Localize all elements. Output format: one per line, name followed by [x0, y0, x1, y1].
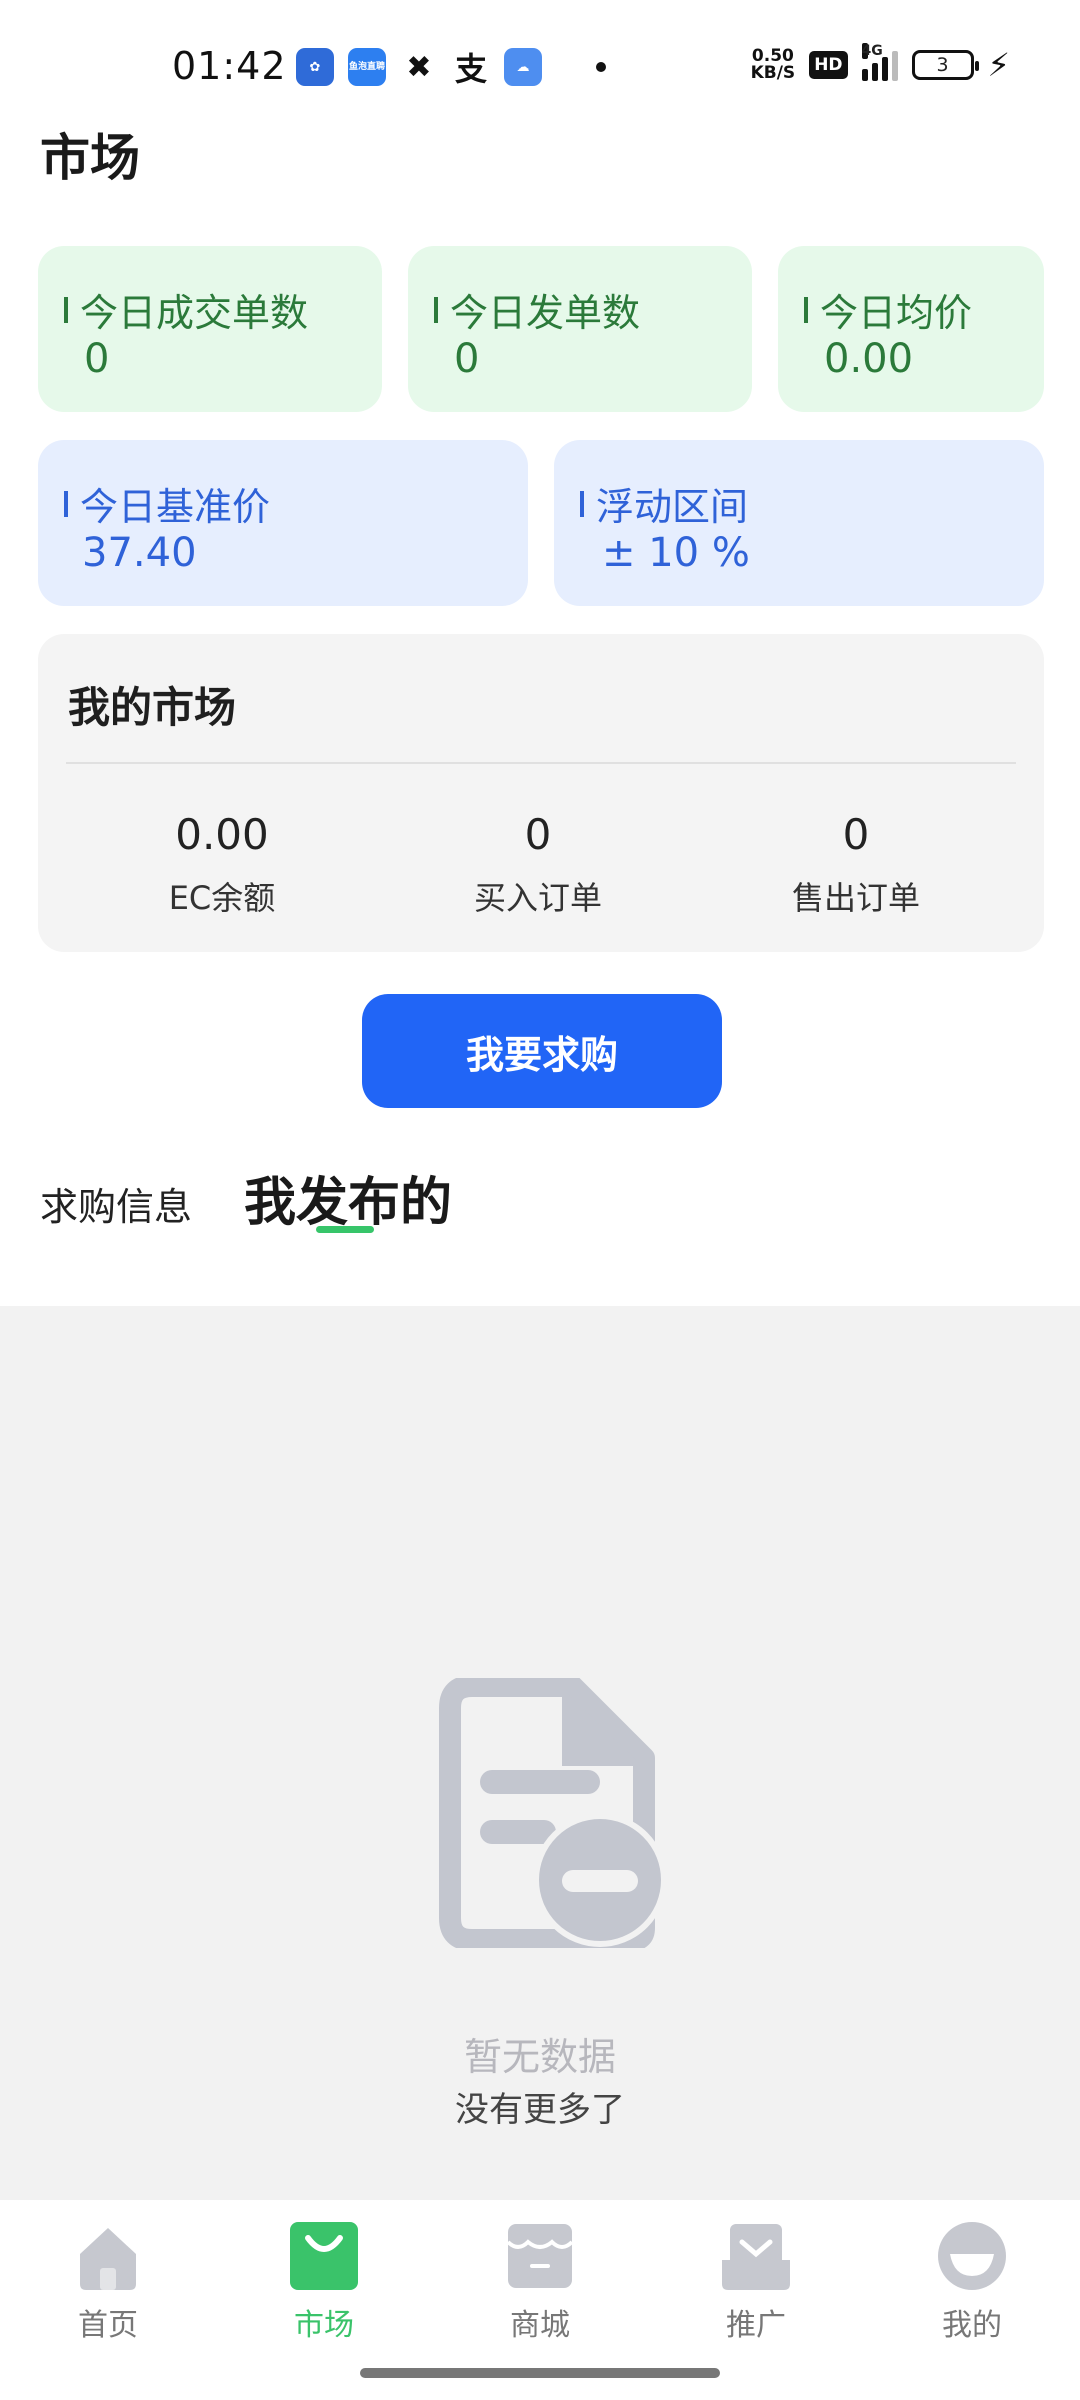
- nav-market[interactable]: 市场: [254, 2220, 394, 2344]
- nav-home[interactable]: 首页: [38, 2220, 178, 2344]
- battery-level: 3: [936, 54, 949, 76]
- empty-state-title: 暂无数据: [463, 2035, 616, 2079]
- hd-badge: HD: [809, 51, 848, 79]
- buy-orders-label: 买入订单: [473, 879, 602, 917]
- sell-orders-stat[interactable]: 0 售出订单: [706, 810, 1006, 919]
- profile-icon: [938, 2222, 1006, 2290]
- stat-value: 0: [454, 336, 480, 382]
- stat-label: 今日发单数: [450, 291, 641, 335]
- signal-icon: 4G: [861, 43, 898, 81]
- label-bar: [434, 296, 438, 323]
- nav-label: 商城: [510, 2308, 570, 2343]
- nav-label: 市场: [294, 2308, 354, 2343]
- stat-label: 今日均价: [820, 291, 973, 335]
- request-purchase-button[interactable]: 我要求购: [362, 994, 722, 1108]
- stat-card-float-range: 浮动区间 ± 10 %: [554, 440, 1044, 606]
- grid-app-icon: ✖: [406, 49, 432, 85]
- nav-label: 我的: [942, 2308, 1002, 2343]
- buy-orders-value: 0: [524, 810, 552, 859]
- stat-card-today-avg-price: 今日均价 0.00: [778, 246, 1044, 412]
- empty-state-subtitle: 没有更多了: [455, 2090, 625, 2130]
- nav-label: 首页: [78, 2308, 138, 2343]
- page-title: 市场: [40, 129, 140, 187]
- stat-label: 浮动区间: [596, 485, 749, 529]
- stat-value: 0: [84, 336, 110, 382]
- ec-balance-label: EC余额: [168, 879, 276, 917]
- charging-icon: ⚡: [987, 46, 1010, 84]
- more-notifications-dot: [596, 62, 606, 72]
- tab-my-posts[interactable]: 我发布的: [244, 1160, 452, 1235]
- home-gesture-bar[interactable]: [360, 2368, 720, 2378]
- stat-value: ± 10 %: [602, 530, 750, 576]
- shopping-bag-icon: [290, 2222, 358, 2290]
- my-market-panel: 我的市场 0.00 EC余额 0 买入订单 0 售出订单: [38, 634, 1044, 952]
- label-bar: [804, 296, 808, 323]
- label-bar: [64, 296, 68, 323]
- store-icon: [506, 2224, 574, 2288]
- network-speed-unit: KB/S: [750, 63, 796, 83]
- home-icon: [80, 2228, 136, 2290]
- mail-tray-icon: [722, 2224, 790, 2290]
- stat-label: 今日成交单数: [80, 291, 309, 335]
- battery-icon: 3: [911, 50, 979, 80]
- stat-card-today-deals: 今日成交单数 0: [38, 246, 382, 412]
- my-market-title: 我的市场: [68, 683, 237, 732]
- active-tab-indicator: [316, 1226, 374, 1233]
- nav-label: 推广: [726, 2308, 786, 2343]
- tab-purchase-requests[interactable]: 求购信息: [40, 1176, 192, 1231]
- ec-balance-value: 0.00: [175, 810, 269, 859]
- buy-orders-stat[interactable]: 0 买入订单: [388, 810, 688, 919]
- weather-icon: ☁: [504, 48, 542, 86]
- stat-value: 0.00: [824, 336, 914, 382]
- empty-document-icon: [439, 1678, 662, 1948]
- nav-promotion[interactable]: 推广: [686, 2220, 826, 2344]
- notification-icons: ✿ 鱼泡直聘 ✖ 支 ☁: [296, 48, 606, 88]
- label-bar: [580, 490, 584, 517]
- sell-orders-value: 0: [842, 810, 870, 859]
- baidu-icon: ✿: [296, 48, 334, 86]
- ec-balance-stat[interactable]: 0.00 EC余额: [72, 810, 372, 919]
- status-bar: 01:42 ✿ 鱼泡直聘 ✖ 支 ☁ 0.50 KB/S HD 4G 3 ⚡: [0, 0, 1080, 120]
- nav-profile[interactable]: 我的: [902, 2220, 1042, 2344]
- network-type: 4G: [861, 43, 883, 59]
- alipay-icon: 支: [454, 50, 487, 88]
- yupao-icon: 鱼泡直聘: [348, 48, 386, 86]
- stat-card-base-price: 今日基准价 37.40: [38, 440, 528, 606]
- stat-label: 今日基准价: [80, 485, 271, 529]
- status-indicators: 0.50 KB/S HD 4G 3 ⚡: [751, 43, 1010, 84]
- stat-card-today-orders: 今日发单数 0: [408, 246, 752, 412]
- stat-value: 37.40: [82, 530, 197, 576]
- network-speed: 0.50 KB/S: [751, 48, 796, 82]
- divider: [66, 762, 1016, 764]
- sell-orders-label: 售出订单: [791, 879, 920, 917]
- label-bar: [64, 490, 68, 517]
- nav-store[interactable]: 商城: [470, 2220, 610, 2344]
- status-time: 01:42: [172, 44, 287, 88]
